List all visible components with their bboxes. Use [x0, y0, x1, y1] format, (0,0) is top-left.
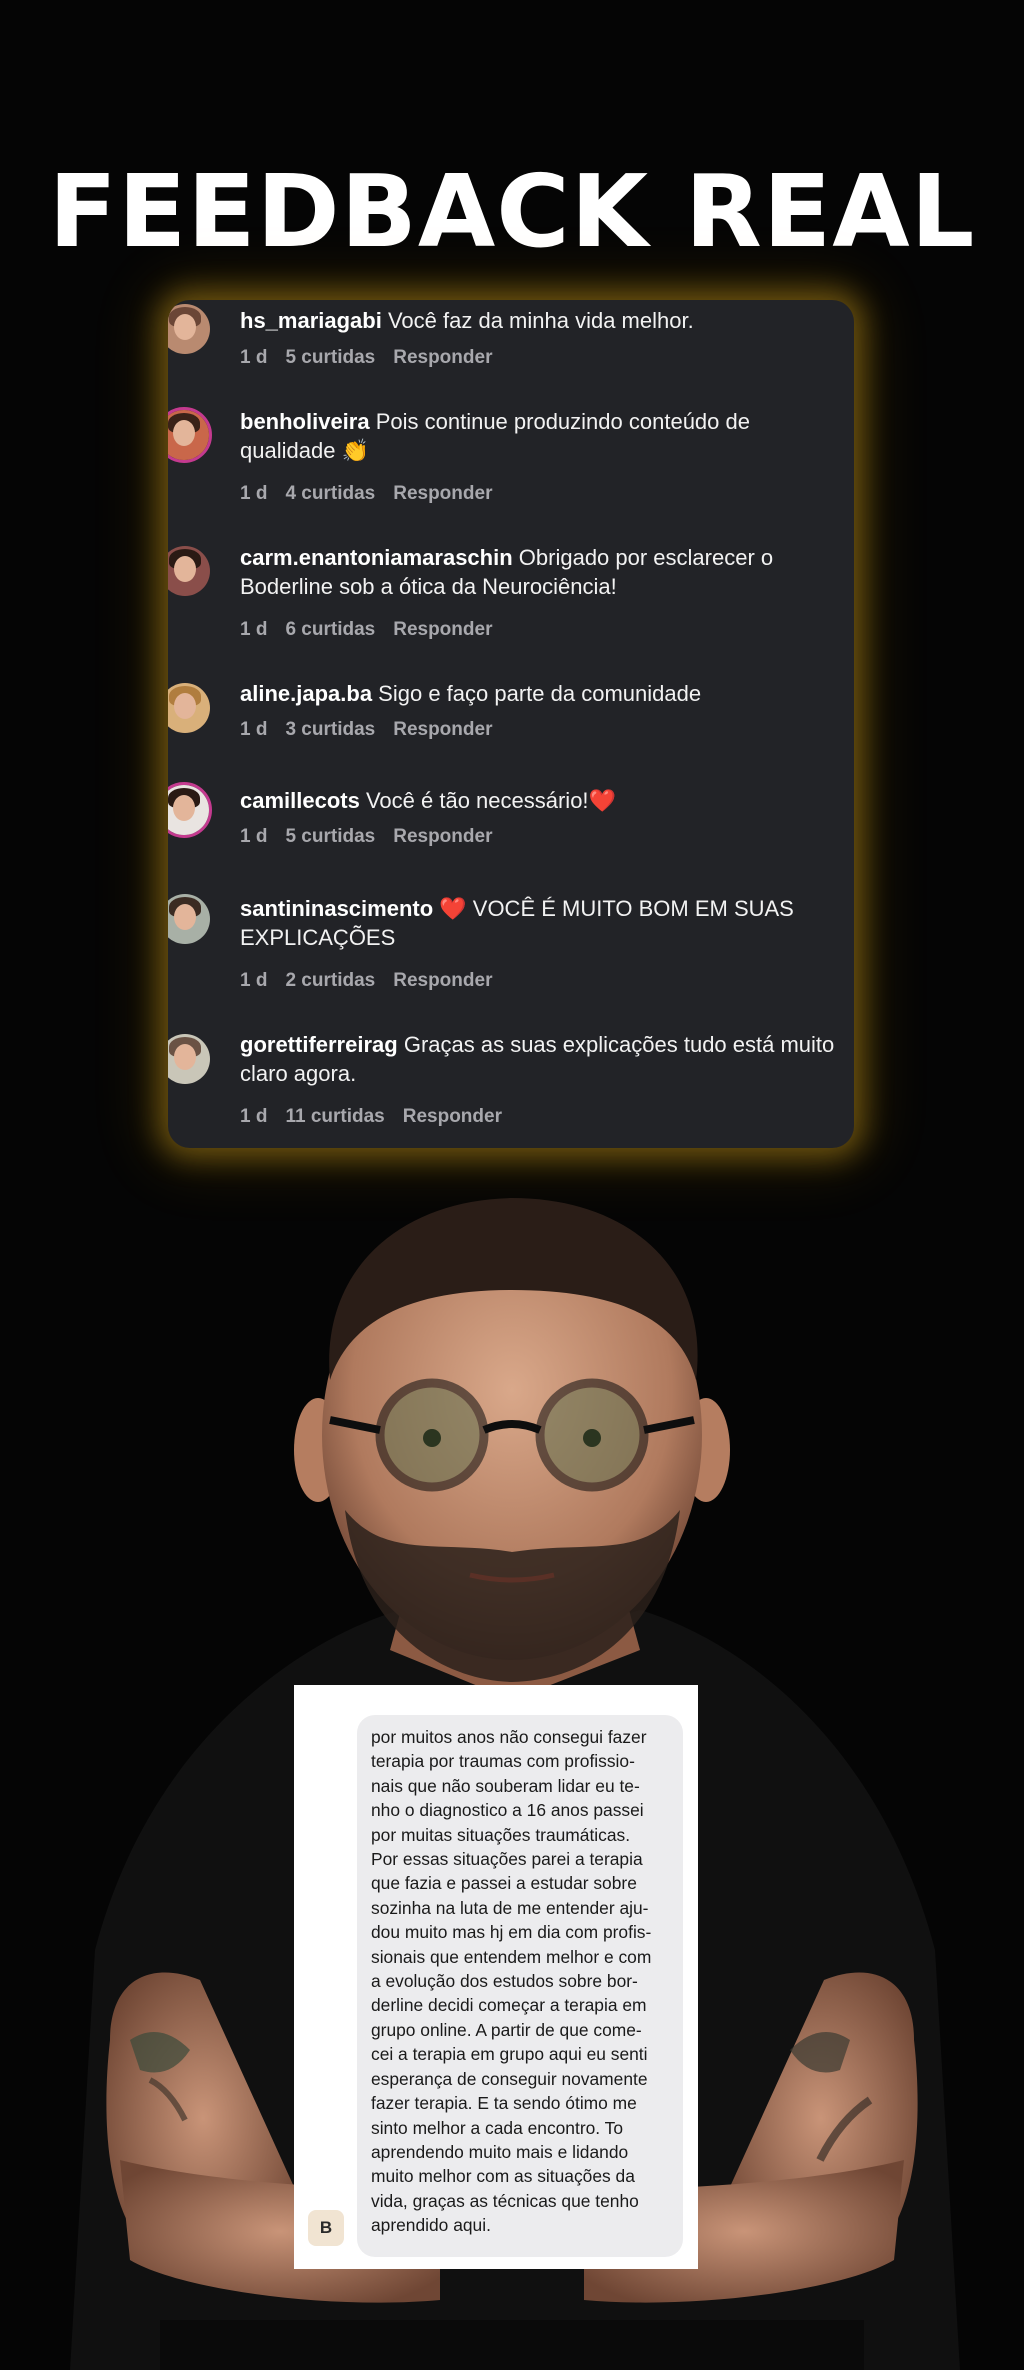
comments-card: hs_mariagabi Você faz da minha vida melh… — [168, 300, 854, 1148]
comment-meta: 1 d 11 curtidas Responder — [240, 1106, 520, 1128]
comment-item: camillecots Você é tão necessário!❤️ 1 d… — [168, 782, 854, 902]
comment-meta: 1 d 2 curtidas Responder — [240, 970, 510, 992]
comment-time: 1 d — [240, 1106, 268, 1127]
comment-text: Você faz da minha vida melhor. — [381, 308, 694, 333]
comment-text: Graças as suas explicações tudo está mui… — [397, 1032, 835, 1057]
comment-item: benholiveira Pois continue produzindo co… — [168, 407, 854, 527]
comment-meta: 1 d 4 curtidas Responder — [240, 483, 510, 505]
user-avatar[interactable] — [168, 894, 210, 944]
comment-likes[interactable]: 6 curtidas — [285, 619, 375, 640]
chat-message-text: por muitos anos não consegui fazer terap… — [371, 1727, 652, 2236]
comment-item: santininascimento ❤️ VOCÊ É MUITO BOM EM… — [168, 894, 854, 1014]
reply-button[interactable]: Responder — [393, 719, 492, 740]
page-headline: FEEDBACK REAL — [48, 153, 976, 270]
comment-item: aline.japa.ba Sigo e faço parte da comun… — [168, 679, 854, 799]
comment-username[interactable]: hs_mariagabi — [240, 308, 382, 333]
comment-text-cont: Boderline sob a ótica da Neurociência! — [240, 574, 617, 599]
comment-text: Obrigado por esclarecer o — [512, 545, 774, 570]
comment-username[interactable]: camillecots — [240, 788, 360, 813]
user-avatar[interactable] — [168, 1034, 210, 1084]
user-avatar[interactable] — [168, 546, 210, 596]
user-avatar[interactable] — [168, 782, 212, 838]
comment-likes[interactable]: 5 curtidas — [285, 347, 375, 368]
comment-username[interactable]: aline.japa.ba — [240, 681, 372, 706]
reply-button[interactable]: Responder — [403, 1106, 502, 1127]
comment-text: Você é tão necessário!❤️ — [359, 788, 616, 813]
comment-text: ❤️ VOCÊ É MUITO BOM EM SUAS — [433, 896, 794, 921]
comment-likes[interactable]: 4 curtidas — [285, 483, 375, 504]
comment-text: Sigo e faço parte da comunidade — [372, 681, 702, 706]
comment-meta: 1 d 5 curtidas Responder — [240, 826, 510, 848]
user-avatar[interactable] — [168, 304, 210, 354]
comment-username[interactable]: gorettiferreirag — [240, 1032, 398, 1057]
comment-likes[interactable]: 3 curtidas — [285, 719, 375, 740]
user-avatar[interactable] — [168, 407, 212, 463]
comment-item: gorettiferreirag Graças as suas explicaç… — [168, 1030, 854, 1148]
comment-time: 1 d — [240, 970, 268, 991]
comment-meta: 1 d 6 curtidas Responder — [240, 619, 510, 641]
comment-username[interactable]: carm.enantoniamaraschin — [240, 545, 513, 570]
comment-text: Pois continue produzindo conteúdo de — [369, 409, 750, 434]
comment-likes[interactable]: 11 curtidas — [285, 1106, 384, 1127]
comment-time: 1 d — [240, 619, 268, 640]
comment-item: hs_mariagabi Você faz da minha vida melh… — [168, 300, 854, 420]
reply-button[interactable]: Responder — [393, 826, 492, 847]
comment-meta: 1 d 5 curtidas Responder — [240, 347, 510, 369]
comment-time: 1 d — [240, 347, 268, 368]
comment-item: carm.enantoniamaraschin Obrigado por esc… — [168, 543, 854, 663]
comment-time: 1 d — [240, 826, 268, 847]
comment-text-cont: claro agora. — [240, 1061, 357, 1086]
comment-time: 1 d — [240, 719, 268, 740]
comment-text-cont: qualidade 👏 — [240, 438, 369, 463]
reply-button[interactable]: Responder — [393, 483, 492, 504]
reply-button[interactable]: Responder — [393, 347, 492, 368]
comment-username[interactable]: santininascimento — [240, 896, 433, 921]
reply-button[interactable]: Responder — [393, 619, 492, 640]
chat-testimonial-card: por muitos anos não consegui fazer terap… — [294, 1685, 698, 2269]
comment-meta: 1 d 3 curtidas Responder — [240, 719, 510, 741]
comment-likes[interactable]: 2 curtidas — [285, 970, 375, 991]
chat-avatar: B — [308, 2210, 344, 2246]
reply-button[interactable]: Responder — [393, 970, 492, 991]
user-avatar[interactable] — [168, 683, 210, 733]
comment-text-cont: EXPLICAÇÕES — [240, 925, 396, 950]
comment-time: 1 d — [240, 483, 268, 504]
comment-likes[interactable]: 5 curtidas — [285, 826, 375, 847]
comment-username[interactable]: benholiveira — [240, 409, 370, 434]
